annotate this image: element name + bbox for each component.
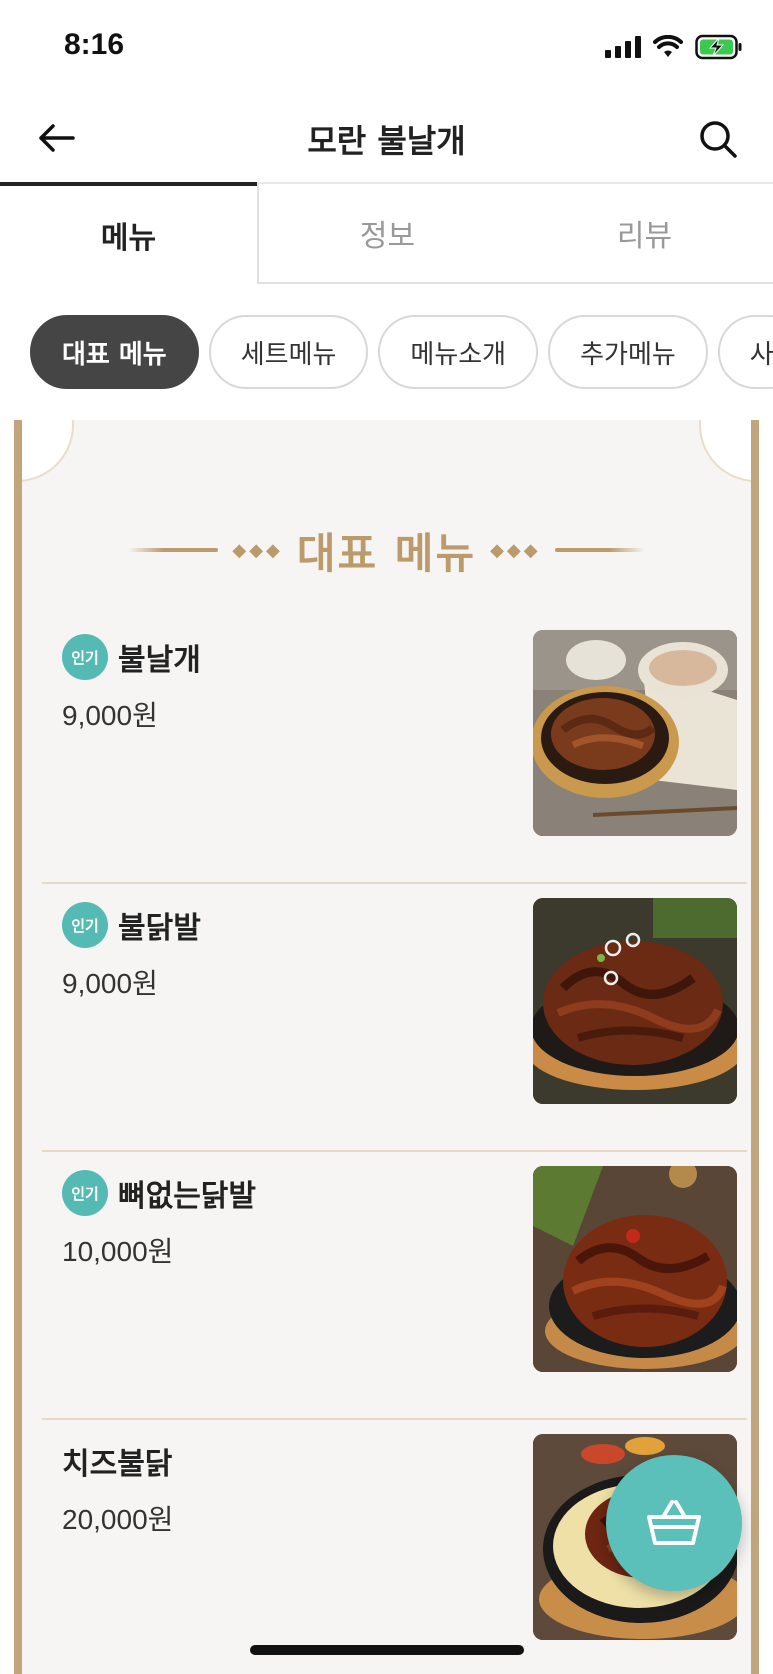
tab-review[interactable]: 리뷰 [516,182,773,284]
category-chips: 대표 메뉴 세트메뉴 메뉴소개 추가메뉴 사 [30,315,773,389]
battery-charging-icon [695,34,742,60]
menu-item[interactable]: 인기 뼈없는닭발 10,000원 [42,1152,747,1420]
menu-item-info: 인기 불날개 9,000원 [62,632,201,734]
tab-menu[interactable]: 메뉴 [0,182,257,284]
menu-item-name-row: 치즈불닭 [62,1436,173,1486]
menu-item-photo[interactable] [533,1166,737,1372]
board-notch-left [22,420,72,480]
decoration-line-right [554,548,645,552]
menu-item-name-row: 인기 불날개 [62,632,201,682]
menu-item-price: 20,000원 [62,1504,174,1535]
tab-info[interactable]: 정보 [257,182,516,284]
search-button[interactable] [693,114,743,164]
menu-item-price: 10,000원 [62,1236,174,1267]
popular-badge: 인기 [62,902,108,948]
chip-menu-intro[interactable]: 메뉴소개 [378,315,539,389]
menu-item-price: 9,000원 [62,700,158,731]
popular-badge: 인기 [62,634,108,680]
tab-bar: 메뉴 정보 리뷰 [0,182,773,284]
home-indicator [250,1645,524,1655]
status-bar: 8:16 [0,0,773,94]
popular-badge: 인기 [62,1170,108,1216]
board-notch-right [701,420,751,480]
chip-more[interactable]: 사 [717,315,773,389]
section-heading: ◆◆◆ 대표 메뉴 ◆◆◆ [22,520,751,580]
diamond-ornament-icon: ◆◆◆ [490,539,541,561]
menu-item-photo[interactable] [533,898,737,1104]
menu-item-name-row: 인기 뼈없는닭발 [62,1168,256,1218]
basket-icon [647,1500,701,1545]
menu-item-name: 불닭발 [118,911,201,946]
menu-item[interactable]: 인기 불날개 9,000원 [42,616,747,884]
wifi-icon [653,35,683,57]
chip-set-menu[interactable]: 세트메뉴 [208,315,369,389]
menu-item-name-row: 인기 불닭발 [62,900,201,950]
menu-item-name: 불날개 [118,643,201,678]
decoration-line-left [128,548,219,552]
section-title: 대표 메뉴 [296,528,477,578]
cart-button[interactable] [606,1455,742,1591]
status-icons [605,32,743,62]
menu-item-info: 치즈불닭 20,000원 [62,1436,173,1538]
chip-signature-menu[interactable]: 대표 메뉴 [30,315,199,389]
menu-item-name: 치즈불닭 [62,1447,173,1482]
page-title: 모란 불날개 [307,122,466,160]
menu-item-info: 인기 불닭발 9,000원 [62,900,201,1002]
status-time: 8:16 [64,28,125,61]
nav-bar: 모란 불날개 [0,94,773,182]
search-icon [700,121,737,158]
menu-item-name: 뼈없는닭발 [118,1179,256,1214]
menu-item-price: 9,000원 [62,968,158,999]
chip-extra-menu[interactable]: 추가메뉴 [548,315,708,389]
diamond-ornament-icon: ◆◆◆ [232,539,283,561]
menu-item-photo[interactable] [533,630,737,836]
menu-item-info: 인기 뼈없는닭발 10,000원 [62,1168,256,1270]
menu-item[interactable]: 인기 불닭발 9,000원 [42,884,747,1152]
cellular-signal-icon [605,36,641,58]
